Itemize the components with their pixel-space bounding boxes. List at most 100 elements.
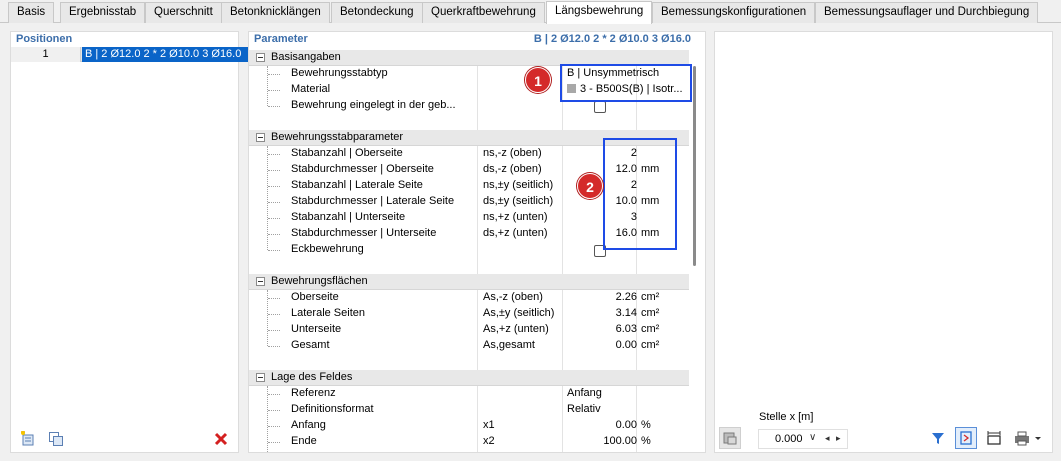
row-flaeche-unten: Unterseite As,+z (unten) 6.03 cm² xyxy=(249,322,689,338)
section-lage-des-feldes[interactable]: Lage des Feldes xyxy=(249,370,689,386)
row-flaeche-gesamt: Gesamt As,gesamt 0.00 cm² xyxy=(249,338,689,354)
tree-branch xyxy=(268,426,280,427)
tree-branch xyxy=(268,90,280,91)
filter-icon[interactable] xyxy=(927,427,949,449)
annotation-badge: 1 xyxy=(525,67,551,93)
positions-title: Positionen xyxy=(16,33,73,45)
tab-ergebnisstab[interactable]: Ergebnisstab xyxy=(60,2,146,23)
tab-bar: Basis Ergebnisstab Querschnitt Betonknic… xyxy=(0,0,1061,24)
stelle-label: Stelle x [m] xyxy=(759,411,814,423)
positions-row[interactable]: 1 B | 2 Ø12.0 2 * 2 Ø10.0 3 Ø16.0 xyxy=(11,47,249,62)
row-unit: cm² xyxy=(641,307,660,319)
graphics-panel: Stelle x [m] 0.000 ∨ ◂ ▸ xyxy=(714,31,1053,453)
tree-branch xyxy=(268,234,280,235)
tab-betonknicklaengen[interactable]: Betonknicklängen xyxy=(221,2,330,23)
tree-branch xyxy=(268,170,280,171)
copy-position-icon[interactable] xyxy=(45,428,67,450)
row-symbol: As,gesamt xyxy=(483,339,535,351)
tab-bemessungskonfigurationen[interactable]: Bemessungskonfigurationen xyxy=(652,2,816,23)
tab-querkraftbewehrung[interactable]: Querkraftbewehrung xyxy=(422,2,545,23)
row-flaeche-seitlich: Laterale Seiten As,±y (seitlich) 3.14 cm… xyxy=(249,306,689,322)
row-value: 0.00 xyxy=(615,339,637,351)
row-label: Oberseite xyxy=(291,291,339,303)
row-label: Anfang xyxy=(291,419,326,431)
tree-branch xyxy=(268,106,280,107)
row-ende[interactable]: Ende x2 100.00 % xyxy=(249,434,689,450)
row-value[interactable]: Anfang xyxy=(567,387,602,399)
delete-position-icon[interactable] xyxy=(210,428,232,450)
new-position-icon[interactable] xyxy=(17,428,39,450)
row-label: Stabanzahl | Oberseite xyxy=(291,147,403,159)
result-diagram-icon[interactable] xyxy=(955,427,977,449)
row-unit: % xyxy=(641,419,651,431)
tree-branch xyxy=(268,346,280,347)
dimension-icon[interactable] xyxy=(983,427,1005,449)
row-symbol: ds,+z (unten) xyxy=(483,227,548,239)
row-unit: cm² xyxy=(641,323,660,335)
row-flaeche-oben: Oberseite As,-z (oben) 2.26 cm² xyxy=(249,290,689,306)
position-number: 1 xyxy=(11,47,81,62)
tab-bemessungsauflager[interactable]: Bemessungsauflager und Durchbiegung xyxy=(815,2,1039,23)
tree-branch xyxy=(268,298,280,299)
chevron-down-icon[interactable]: ∨ xyxy=(809,432,816,443)
positions-panel: Positionen 1 B | 2 Ø12.0 2 * 2 Ø10.0 3 Ø… xyxy=(10,31,249,453)
row-label: Unterseite xyxy=(291,323,342,335)
tree-branch xyxy=(268,218,280,219)
row-unit: cm² xyxy=(641,339,660,351)
tab-laengsbewehrung[interactable]: Längsbewehrung xyxy=(546,1,653,24)
section-title: Basisangaben xyxy=(271,51,341,63)
row-value[interactable]: 0.00 xyxy=(616,419,637,431)
row-label: Stabanzahl | Unterseite xyxy=(291,211,406,223)
row-symbol: ds,±y (seitlich) xyxy=(483,195,554,207)
row-anfang[interactable]: Anfang x1 0.00 % xyxy=(249,418,689,434)
row-value: 6.03 xyxy=(615,323,637,335)
row-label: Laterale Seiten xyxy=(291,307,365,319)
row-symbol: As,±y (seitlich) xyxy=(483,307,555,319)
tree-branch xyxy=(268,394,280,395)
row-label: Bewehrung eingelegt in der geb... xyxy=(291,99,456,111)
tab-querschnitt[interactable]: Querschnitt xyxy=(145,2,222,23)
tab-basis[interactable]: Basis xyxy=(8,2,55,23)
section-view-icon[interactable] xyxy=(719,427,741,449)
row-value: 3.14 xyxy=(615,307,637,319)
row-label: Eckbewehrung xyxy=(291,243,364,255)
annotation-highlight-box xyxy=(560,64,692,102)
step-right-icon[interactable]: ▸ xyxy=(836,433,841,444)
row-label: Bewehrungsstabtyp xyxy=(291,67,388,79)
print-icon[interactable] xyxy=(1011,427,1045,449)
row-symbol: x2 xyxy=(483,435,495,447)
stelle-value[interactable]: 0.000 xyxy=(775,433,803,445)
row-label: Stabdurchmesser | Oberseite xyxy=(291,163,434,175)
vertical-scrollbar[interactable] xyxy=(693,66,696,266)
tree-branch xyxy=(268,202,280,203)
position-value[interactable]: B | 2 Ø12.0 2 * 2 Ø10.0 3 Ø16.0 xyxy=(82,47,249,62)
row-symbol: x1 xyxy=(483,419,495,431)
bewehrung-eingelegt-checkbox[interactable] xyxy=(594,101,606,113)
row-symbol: ns,±y (seitlich) xyxy=(483,179,554,191)
row-value[interactable]: 100.00 xyxy=(603,435,637,447)
row-value[interactable]: Relativ xyxy=(567,403,601,415)
collapse-icon[interactable] xyxy=(256,133,265,142)
section-title: Lage des Feldes xyxy=(271,371,353,383)
row-label: Stabdurchmesser | Unterseite xyxy=(291,227,437,239)
collapse-icon[interactable] xyxy=(256,277,265,286)
row-value: 2.26 xyxy=(615,291,637,303)
annotation-highlight-box xyxy=(603,138,677,250)
row-label: Referenz xyxy=(291,387,336,399)
section-bewehrungsflaechen[interactable]: Bewehrungsflächen xyxy=(249,274,689,290)
row-label: Stabanzahl | Laterale Seite xyxy=(291,179,423,191)
tree-branch xyxy=(268,154,280,155)
row-definitionsformat[interactable]: Definitionsformat Relativ xyxy=(249,402,689,418)
step-left-icon[interactable]: ◂ xyxy=(825,433,830,444)
tree-branch xyxy=(268,314,280,315)
collapse-icon[interactable] xyxy=(256,53,265,62)
collapse-icon[interactable] xyxy=(256,373,265,382)
row-symbol: ns,-z (oben) xyxy=(483,147,542,159)
stelle-spinbox[interactable]: 0.000 ∨ ◂ ▸ xyxy=(758,429,848,449)
row-referenz[interactable]: Referenz Anfang xyxy=(249,386,689,402)
row-label: Definitionsformat xyxy=(291,403,374,415)
section-title: Bewehrungsstabparameter xyxy=(271,131,404,143)
tab-betondeckung[interactable]: Betondeckung xyxy=(331,2,423,23)
tree-branch xyxy=(268,410,280,411)
section-title: Bewehrungsflächen xyxy=(271,275,368,287)
